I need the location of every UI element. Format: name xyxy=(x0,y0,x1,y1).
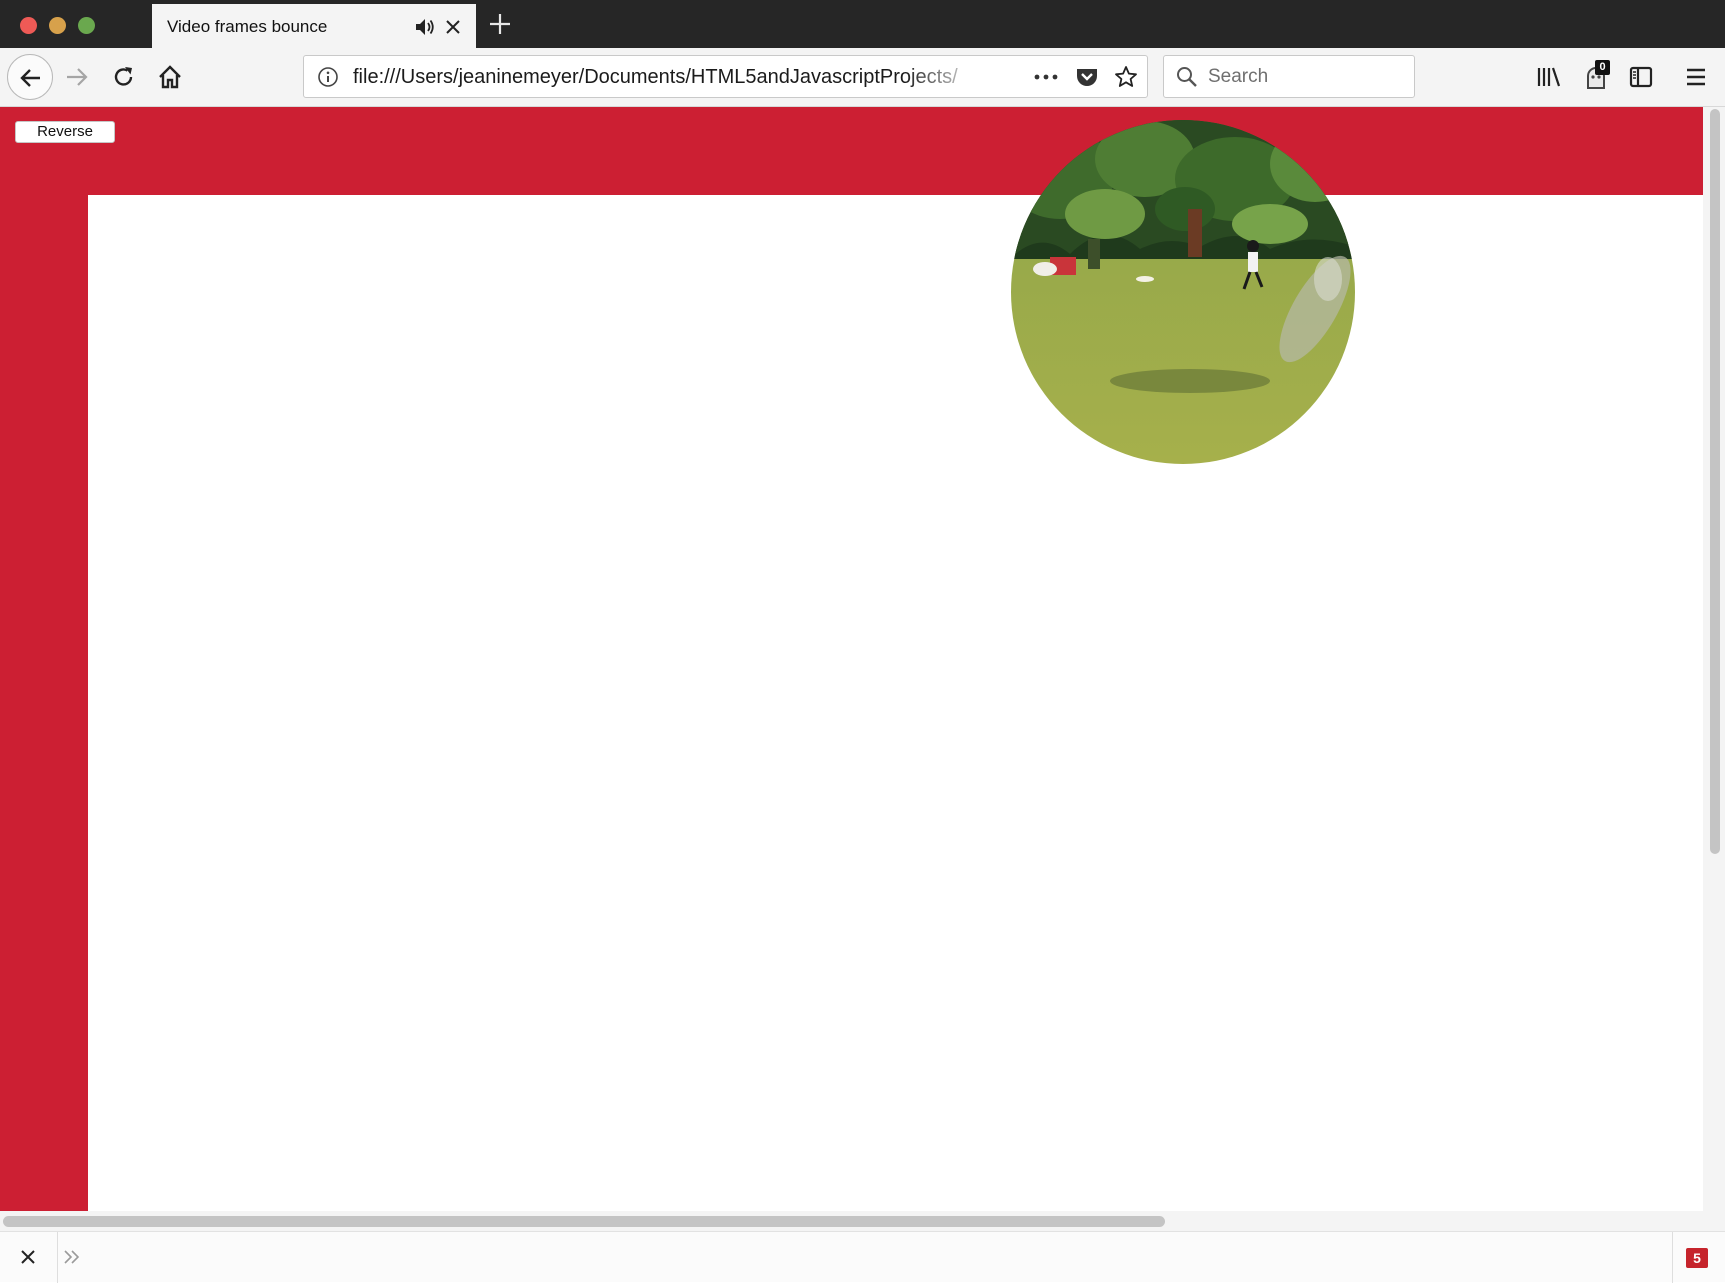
search-bar[interactable] xyxy=(1163,55,1415,98)
speaker-icon[interactable] xyxy=(414,16,436,38)
close-icon[interactable] xyxy=(442,16,464,38)
tab-video-frames-bounce[interactable]: Video frames bounce xyxy=(152,4,476,48)
more-dots-icon[interactable] xyxy=(1032,66,1060,88)
page-background-left xyxy=(0,195,88,1211)
home-icon[interactable] xyxy=(157,64,183,90)
star-icon[interactable] xyxy=(1114,65,1138,89)
url-bar[interactable]: file:///Users/jeaninemeyer/Documents/HTM… xyxy=(303,55,1148,98)
video-frame-ball xyxy=(1011,120,1355,464)
extension-badge: 0 xyxy=(1595,60,1610,75)
page-content: Reverse xyxy=(0,107,1703,1211)
search-input[interactable] xyxy=(1208,62,1404,92)
hamburger-menu-icon[interactable] xyxy=(1683,64,1709,90)
forward-arrow-icon[interactable] xyxy=(64,64,90,90)
devtools-bottom-bar: 5 xyxy=(0,1231,1725,1283)
tab-strip: Video frames bounce xyxy=(0,0,1725,48)
page-background-top xyxy=(0,107,1703,195)
browser-window: Video frames bounce file:///Users/jeanin… xyxy=(0,0,1725,1283)
sidebar-icon[interactable] xyxy=(1628,64,1654,90)
separator xyxy=(57,1232,58,1283)
error-count-badge[interactable]: 5 xyxy=(1686,1248,1708,1268)
separator xyxy=(1672,1232,1673,1283)
extension-icon[interactable]: 0 xyxy=(1582,60,1614,92)
close-icon[interactable] xyxy=(18,1247,38,1267)
library-icon[interactable] xyxy=(1535,64,1563,90)
double-chevron-icon[interactable] xyxy=(62,1248,82,1266)
window-maximize-button[interactable] xyxy=(78,17,95,34)
vertical-scrollbar-thumb[interactable] xyxy=(1710,109,1720,854)
vertical-scrollbar[interactable] xyxy=(1703,107,1725,1211)
plus-icon[interactable] xyxy=(487,11,513,37)
horizontal-scrollbar-thumb[interactable] xyxy=(3,1216,1165,1227)
window-minimize-button[interactable] xyxy=(49,17,66,34)
reverse-button[interactable]: Reverse xyxy=(15,121,115,143)
navigation-toolbar: file:///Users/jeaninemeyer/Documents/HTM… xyxy=(0,48,1725,107)
back-arrow-icon xyxy=(20,69,40,87)
tab-title: Video frames bounce xyxy=(167,17,328,36)
search-icon xyxy=(1175,65,1199,89)
url-text[interactable]: file:///Users/jeaninemeyer/Documents/HTM… xyxy=(353,66,979,89)
window-close-button[interactable] xyxy=(20,17,37,34)
pocket-icon[interactable] xyxy=(1075,66,1099,88)
url-fade xyxy=(904,60,984,94)
horizontal-scrollbar[interactable] xyxy=(0,1211,1725,1231)
info-icon[interactable] xyxy=(317,66,339,88)
back-button[interactable] xyxy=(7,54,53,100)
reload-icon[interactable] xyxy=(111,64,137,90)
